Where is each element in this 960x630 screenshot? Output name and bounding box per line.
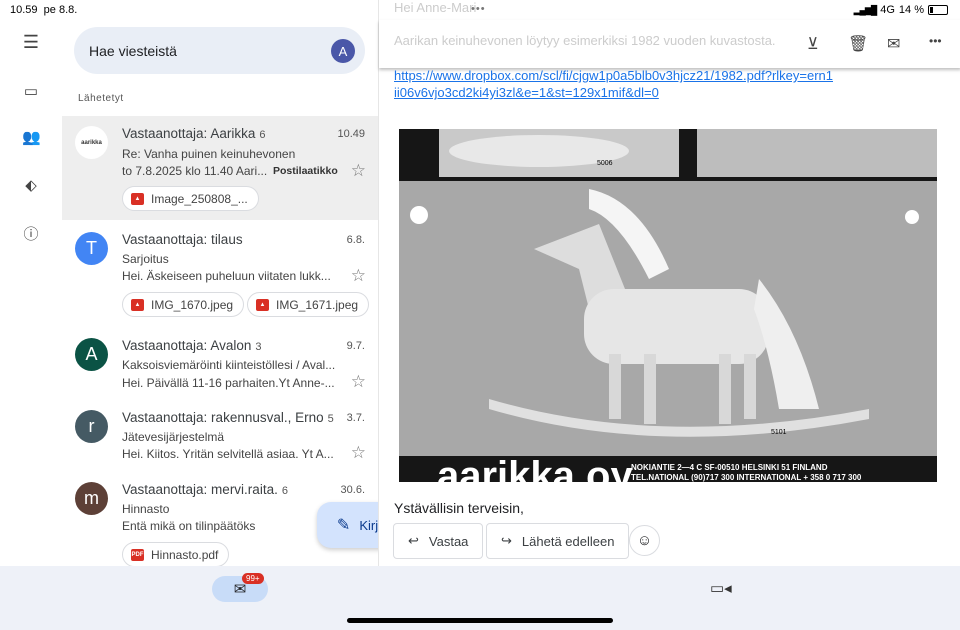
date: 3.7. bbox=[346, 412, 365, 424]
home-indicator[interactable] bbox=[347, 618, 613, 623]
label-icon[interactable]: ⬖ bbox=[22, 176, 40, 194]
status-date: pe 8.8. bbox=[43, 4, 78, 16]
status-time: 10.59 pe 8.8. bbox=[10, 4, 77, 16]
avatar: aarikka bbox=[75, 126, 108, 159]
unread-badge: 99+ bbox=[242, 573, 264, 584]
smiley-icon: ☺ bbox=[636, 532, 653, 549]
archive-icon[interactable]: ⊻ bbox=[807, 34, 819, 54]
status-indicators: ▂▄▆█ 4G 14 % bbox=[854, 4, 948, 16]
dropbox-link[interactable]: https://www.dropbox.com/scl/fi/cjgw1p0a5… bbox=[394, 67, 834, 101]
image-icon: ▲ bbox=[131, 298, 144, 311]
date: 9.7. bbox=[346, 340, 365, 352]
avatar: r bbox=[75, 410, 108, 443]
meet-video-icon[interactable]: ▭◂ bbox=[710, 579, 732, 597]
rocking-horse-illustration: 5006 5101 aarikka oy NOKIANTIE 2—4 C SF-… bbox=[399, 129, 937, 482]
list-item[interactable]: A Vastaanottaja: Avalon 3 9.7. Kaksoisvie… bbox=[62, 330, 378, 402]
snippet: Hei. Kiitos. Yritän selvitellä asiaa. Yt… bbox=[122, 447, 334, 461]
snippet: Entä mikä on tilinpäätöks bbox=[122, 519, 256, 533]
svg-text:aarikka oy: aarikka oy bbox=[437, 454, 633, 482]
account-avatar[interactable]: A bbox=[331, 39, 355, 63]
section-title: Lähetetyt bbox=[78, 93, 124, 104]
sender: Vastaanottaja: rakennusval., Erno 5 bbox=[122, 410, 334, 425]
subject: Hinnasto bbox=[122, 502, 170, 516]
date: 10.49 bbox=[337, 128, 365, 140]
signoff-text: Ystävällisin terveisin, bbox=[394, 500, 524, 516]
more-icon[interactable]: ••• bbox=[929, 34, 942, 48]
contacts-icon[interactable]: 👥 bbox=[22, 128, 41, 146]
status-clock: 10.59 bbox=[10, 4, 38, 16]
inbox-icon[interactable]: ▭ bbox=[22, 82, 40, 100]
snippet: Hei. Päivällä 11-16 parhaiten.Yt Anne-..… bbox=[122, 376, 335, 390]
network-type: 4G bbox=[880, 4, 895, 16]
list-item[interactable]: r Vastaanottaja: rakennusval., Erno 5 3.7… bbox=[62, 402, 378, 474]
reading-pane: Hei Anne-Mari ••• Aarikan keinuhevonen l… bbox=[378, 0, 960, 566]
reply-icon: ↩ bbox=[408, 533, 419, 548]
pencil-icon: ✎ bbox=[336, 517, 351, 534]
list-item[interactable]: aarikka Vastaanottaja: Aarikka 6 10.49 Re… bbox=[62, 116, 378, 220]
subject: Kaksoisviemäröinti kiinteistöllesi / Ava… bbox=[122, 358, 336, 372]
subject: Re: Vanha puinen keinuhevonen bbox=[122, 147, 296, 161]
list-item[interactable]: T Vastaanottaja: tilaus 6.8. Sarjoitus H… bbox=[62, 220, 378, 324]
snippet: Hei. Äskeiseen puheluun viitaten lukk... bbox=[122, 269, 331, 283]
info-icon[interactable]: ⓘ bbox=[22, 223, 40, 243]
forward-icon: ↪ bbox=[501, 533, 512, 548]
attachment-chip[interactable]: ▲ IMG_1670.jpeg bbox=[122, 292, 245, 317]
mark-unread-icon[interactable]: ✉ bbox=[887, 34, 900, 54]
date: 6.8. bbox=[346, 234, 365, 246]
avatar: m bbox=[75, 482, 108, 515]
pdf-icon: PDF bbox=[131, 548, 144, 561]
menu-icon[interactable]: ☰ bbox=[22, 32, 40, 52]
forward-button[interactable]: ↪ Lähetä edelleen bbox=[486, 523, 630, 559]
subject: Sarjoitus bbox=[122, 252, 169, 266]
avatar: A bbox=[75, 338, 108, 371]
svg-text:TEL.NATIONAL (90)717 300 INTER: TEL.NATIONAL (90)717 300 INTERNATIONAL +… bbox=[631, 473, 862, 482]
sender: Vastaanottaja: Aarikka 6 bbox=[122, 126, 266, 141]
signal-icon: ▂▄▆█ bbox=[853, 4, 878, 15]
svg-text:5101: 5101 bbox=[771, 429, 787, 436]
nav-rail: ☰ ▭ 👥 ⬖ ⓘ bbox=[0, 0, 62, 566]
search-input[interactable]: Hae viesteistä A bbox=[74, 27, 365, 74]
label-badge: Postilaatikko bbox=[273, 165, 338, 177]
snippet: to 7.8.2025 klo 11.40 Aari... bbox=[122, 164, 268, 178]
attachment-chip[interactable]: ▲ IMG_1671.jpeg bbox=[247, 292, 370, 317]
attachment-chip[interactable]: ▲ Image_250808_... bbox=[122, 186, 259, 211]
emoji-reaction-button[interactable]: ☺ bbox=[629, 525, 660, 556]
catalogue-image[interactable]: 5006 5101 aarikka oy NOKIANTIE 2—4 C SF-… bbox=[399, 129, 937, 482]
sender: Vastaanottaja: tilaus bbox=[122, 232, 243, 247]
svg-text:5006: 5006 bbox=[597, 160, 613, 167]
bottom-nav: ✉ 99+ ▭◂ bbox=[0, 566, 960, 630]
greeting-text: Hei Anne-Mari bbox=[394, 0, 477, 15]
battery-icon bbox=[928, 5, 948, 15]
star-icon[interactable]: ☆ bbox=[351, 266, 366, 286]
attachment-chip[interactable]: PDF Hinnasto.pdf bbox=[122, 542, 230, 567]
star-icon[interactable]: ☆ bbox=[351, 161, 366, 181]
image-icon: ▲ bbox=[256, 298, 269, 311]
sender: Vastaanottaja: mervi.raita. 6 bbox=[122, 482, 288, 497]
battery-percent: 14 % bbox=[898, 4, 924, 16]
message-list: Hae viesteistä A Lähetetyt aarikka Vasta… bbox=[62, 0, 419, 567]
image-icon: ▲ bbox=[131, 192, 144, 205]
multitask-dots-icon[interactable]: ••• bbox=[471, 3, 486, 15]
svg-text:NOKIANTIE 2—4 C SF-00510 HELSI: NOKIANTIE 2—4 C SF-00510 HELSINKI 51 FIN… bbox=[631, 463, 828, 472]
star-icon[interactable]: ☆ bbox=[351, 372, 366, 392]
subject: Jätevesijärjestelmä bbox=[122, 430, 225, 444]
message-toolbar: ⊻ 🗑 ✉ ••• bbox=[379, 20, 960, 68]
delete-icon[interactable]: 🗑 bbox=[848, 34, 868, 54]
star-icon[interactable]: ☆ bbox=[351, 443, 366, 463]
reply-button[interactable]: ↩ Vastaa bbox=[393, 523, 484, 559]
date: 30.6. bbox=[340, 484, 365, 496]
sender: Vastaanottaja: Avalon 3 bbox=[122, 338, 262, 353]
avatar: T bbox=[75, 232, 108, 265]
